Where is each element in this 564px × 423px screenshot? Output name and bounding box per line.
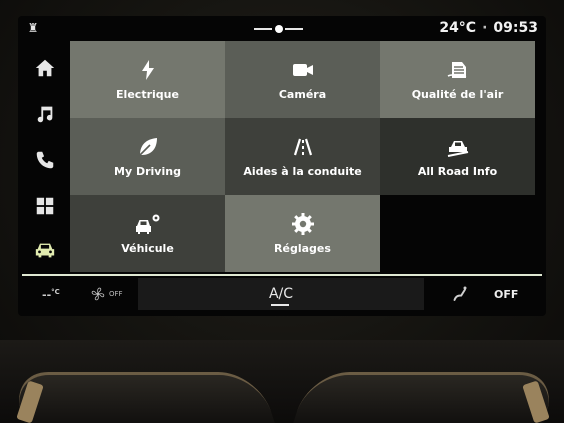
brand-logo-icon: ♜ [27, 21, 39, 35]
tile-label: Aides à la conduite [243, 165, 362, 178]
seat-heating-control[interactable] [450, 285, 468, 307]
lightning-icon [141, 60, 154, 80]
page-indicator-line-left [254, 28, 272, 30]
ac-label: A/C [268, 286, 294, 302]
music-note-icon [37, 106, 53, 123]
seat-state[interactable]: OFF [494, 288, 518, 301]
fan-state: OFF [109, 290, 123, 298]
nav-apps[interactable] [24, 186, 66, 226]
app-tiles-grid: Electrique Caméra Qualité de l'air My Dr… [70, 41, 536, 273]
tile-label: Véhicule [121, 242, 174, 255]
tile-my-driving[interactable]: My Driving [70, 118, 225, 195]
climate-bar: --°C OFF A/C OFF [18, 278, 546, 312]
fan-control[interactable]: OFF [90, 286, 123, 302]
ac-indicator [271, 304, 289, 306]
tile-air-quality[interactable]: Qualité de l'air [380, 41, 535, 118]
driver-temperature[interactable]: --°C [42, 288, 60, 302]
driver-temperature-value: -- [42, 288, 52, 302]
page-indicator [254, 25, 304, 33]
tile-label: Réglages [274, 242, 331, 255]
air-vent-left [8, 372, 278, 423]
lane-assist-icon [293, 138, 312, 156]
fan-icon [91, 287, 105, 301]
seat-icon [453, 286, 467, 301]
status-right: 24°C · 09:53 [439, 20, 538, 38]
car-icon [35, 243, 55, 258]
nav-phone[interactable] [24, 140, 66, 180]
clock-time: 09:53 [493, 20, 538, 36]
page-indicator-dot [275, 25, 283, 33]
air-quality-icon [447, 62, 466, 78]
side-nav [24, 48, 66, 270]
driver-temperature-unit: °C [51, 288, 60, 296]
infotainment-screen: ♜ 24°C · 09:53 Electrique Caméra Qualité… [18, 16, 546, 316]
air-vent-right [290, 372, 560, 423]
tile-reglages[interactable]: Réglages [225, 195, 380, 272]
status-bar: ♜ 24°C · 09:53 [18, 16, 546, 40]
car-settings-icon [135, 214, 159, 234]
climate-divider [22, 274, 542, 276]
tile-all-road-info[interactable]: All Road Info [380, 118, 535, 195]
camera-icon [292, 64, 313, 76]
tile-label: Electrique [116, 88, 179, 101]
tile-label: All Road Info [417, 165, 498, 178]
gear-icon [291, 213, 314, 235]
tile-vehicule[interactable]: Véhicule [70, 195, 225, 272]
page-indicator-line-right [285, 28, 303, 30]
tile-driving-aids[interactable]: Aides à la conduite [225, 118, 380, 195]
phone-icon [36, 151, 54, 169]
nav-home[interactable] [24, 48, 66, 88]
tile-label: Qualité de l'air [411, 88, 504, 101]
nav-music[interactable] [24, 94, 66, 134]
tile-electrique[interactable]: Electrique [70, 41, 225, 118]
leaf-icon [138, 138, 157, 156]
status-separator: · [482, 20, 488, 36]
home-icon [35, 59, 55, 77]
tile-label: Caméra [278, 88, 327, 101]
nav-vehicle[interactable] [24, 230, 66, 270]
outside-temperature: 24°C [439, 20, 477, 36]
off-road-icon [447, 141, 468, 157]
tile-camera[interactable]: Caméra [225, 41, 380, 118]
tile-label: My Driving [114, 165, 181, 178]
apps-grid-icon [36, 197, 54, 215]
